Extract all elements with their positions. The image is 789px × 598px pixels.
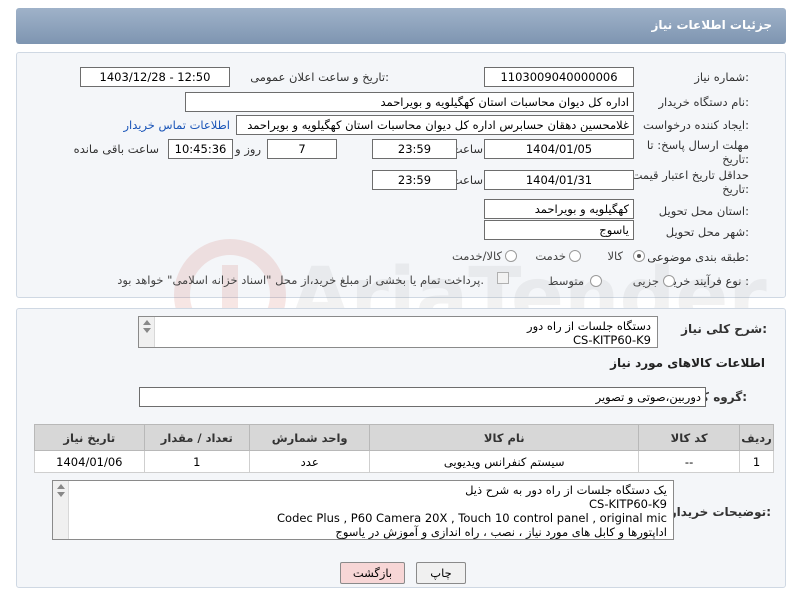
need-number-field: 1103009040000006 (484, 67, 634, 87)
treasury-payment-note: پرداخت تمام یا بخشی از مبلغ خرید،از محل … (117, 273, 484, 287)
category-goods-radio[interactable] (633, 250, 645, 262)
buyer-notes-scrollbar[interactable] (53, 481, 69, 539)
buyer-notes-line-1: یک دستگاه جلسات از راه دور به شرح ذیل (465, 483, 667, 497)
deadline-date-label: تاریخ: (722, 152, 749, 166)
col-row-header: ردیف (739, 424, 774, 451)
category-service-label: خدمت (535, 249, 566, 263)
col-unit-header: واحد شمارش (248, 424, 371, 451)
page-header: جزئیات اطلاعات نیاز (16, 8, 786, 44)
process-minor-label: جزیی (632, 274, 659, 288)
table-row: 1 -- سیستم کنفرانس ویدیویی عدد 1 1404/01… (34, 450, 774, 473)
validity-time-field: 23:59 (372, 170, 457, 190)
category-goods-label: کالا (607, 249, 623, 263)
category-service-radio[interactable] (569, 250, 581, 262)
announce-datetime-label: تاریخ و ساعت اعلان عمومی: (250, 70, 389, 84)
cell-unit: عدد (248, 450, 371, 473)
description-label: شرح کلی نیاز: (681, 322, 767, 336)
buyer-notes-line-2: CS-KITP60-K9 (588, 497, 667, 511)
requester-label: ایجاد کننده درخواست: (643, 118, 749, 132)
process-minor-radio[interactable] (663, 275, 675, 287)
need-number-label: شماره نیاز: (694, 70, 749, 84)
page-title: جزئیات اطلاعات نیاز (651, 18, 772, 32)
cell-row: 1 (739, 450, 774, 473)
buyer-notes-label: توضیحات خریدار: (669, 505, 771, 519)
buyer-notes-line-3: Codec Plus , P60 Camera 20X , Touch 10 c… (277, 511, 667, 525)
buyer-org-label: نام دستگاه خریدار: (658, 95, 749, 109)
days-remaining-field: 7 (267, 139, 337, 159)
buyer-contact-link[interactable]: اطلاعات تماس خریدار (123, 118, 230, 132)
process-type-label: نوع فرآیند خرید : (667, 274, 749, 288)
description-textarea[interactable]: دستگاه جلسات از راه دور CS-KITP60-K9 (138, 316, 658, 348)
announce-datetime-field: 1403/12/28 - 12:50 (80, 67, 230, 87)
goods-group-field: دوربین،صوتی و تصویر (139, 387, 706, 407)
validity-label: حداقل تاریخ اعتبار قیمت: تا (617, 168, 749, 182)
deadline-date-field: 1404/01/05 (484, 139, 634, 159)
goods-table: ردیف کد کالا نام کالا واحد شمارش تعداد /… (34, 424, 774, 473)
city-field: یاسوج (484, 220, 634, 240)
requester-field: غلامحسین دهقان حسابرس اداره کل دیوان محا… (236, 115, 634, 135)
cell-date: 1404/01/06 (34, 450, 145, 473)
cell-qty: 1 (143, 450, 250, 473)
print-button[interactable]: چاپ (416, 562, 466, 584)
buyer-notes-line-4: اداپتورها و کابل های مورد نیاز ، نصب ، ر… (335, 525, 667, 539)
description-line-2: CS-KITP60-K9 (572, 333, 651, 347)
province-field: کهگیلویه و بویراحمد (484, 199, 634, 219)
col-qty-header: تعداد / مقدار (143, 424, 250, 451)
process-medium-label: متوسط (547, 274, 584, 288)
days-label: روز و (235, 142, 261, 156)
description-line-1: دستگاه جلسات از راه دور (527, 319, 651, 333)
buyer-notes-textarea[interactable]: یک دستگاه جلسات از راه دور به شرح ذیل CS… (52, 480, 674, 540)
description-scrollbar[interactable] (139, 317, 155, 347)
process-medium-radio[interactable] (590, 275, 602, 287)
category-label: طبقه بندی موضوعی: (647, 250, 749, 264)
goods-info-title: اطلاعات کالاهای مورد نیاز (610, 356, 765, 370)
deadline-time-field: 23:59 (372, 139, 457, 159)
back-button[interactable]: بازگشت (340, 562, 405, 584)
deadline-label: مهلت ارسال پاسخ: تا (646, 138, 749, 152)
cell-name: سیستم کنفرانس ویدیویی (369, 450, 640, 473)
validity-date-field: 1404/01/31 (484, 170, 634, 190)
remaining-time-label: ساعت باقی مانده (73, 142, 159, 156)
validity-date-label: تاریخ: (722, 182, 749, 196)
cell-code: -- (638, 450, 741, 473)
category-goods-service-radio[interactable] (505, 250, 517, 262)
remaining-time-field: 10:45:36 (168, 139, 233, 159)
col-name-header: نام کالا (369, 424, 640, 451)
table-header-row: ردیف کد کالا نام کالا واحد شمارش تعداد /… (34, 424, 774, 451)
treasury-payment-checkbox[interactable] (497, 272, 509, 284)
city-label: شهر محل تحویل: (665, 225, 749, 239)
col-date-header: تاریخ نیاز (34, 424, 145, 451)
province-label: استان محل تحویل: (658, 204, 749, 218)
col-code-header: کد کالا (638, 424, 741, 451)
category-goods-service-label: کالا/خدمت (451, 249, 502, 263)
buyer-org-field: اداره کل دیوان محاسبات استان کهگیلویه و … (185, 92, 634, 112)
